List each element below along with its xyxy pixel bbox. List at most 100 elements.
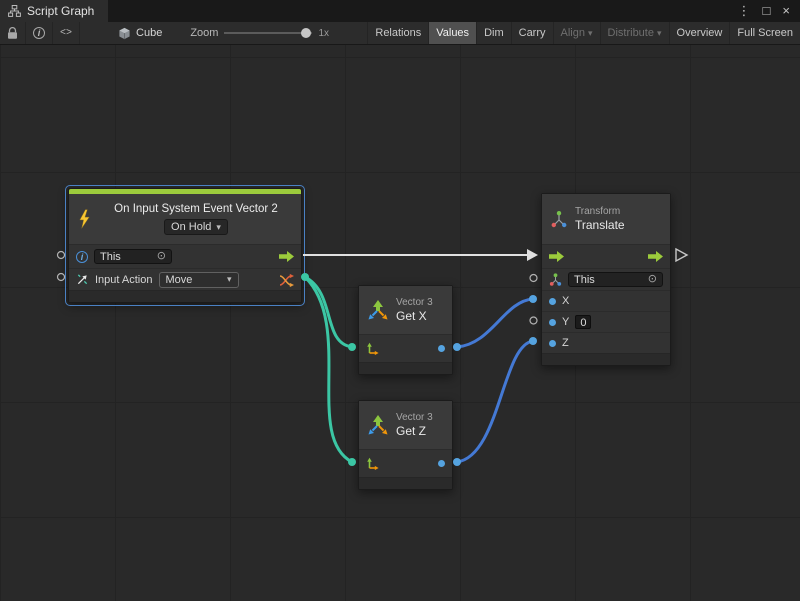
distribute-button[interactable]: Distribute ▾ — [600, 22, 669, 44]
event-vector2-port[interactable] — [301, 273, 309, 281]
translate-z-row: Z — [542, 332, 670, 353]
get-x-title: Get X — [396, 309, 433, 324]
get-z-port-row — [359, 449, 452, 477]
zoom-slider[interactable] — [224, 22, 312, 44]
event-this-value: This — [100, 251, 121, 263]
get-x-category: Vector 3 — [396, 296, 433, 309]
toolbar-button-group: Relations Values Dim Carry Align ▾ Distr… — [367, 22, 800, 44]
code-icon: <> — [60, 28, 72, 39]
cube-icon — [118, 27, 131, 40]
event-action-row: Input Action Move ▾ — [69, 268, 301, 290]
window-controls: ⋮ □ × — [732, 0, 800, 22]
vector3-icon — [367, 414, 389, 436]
graph-target[interactable]: Cube — [110, 22, 170, 44]
chevron-down-icon: ▾ — [657, 28, 662, 39]
node-vector3-get-z[interactable]: Vector 3 Get Z — [358, 400, 453, 490]
zoom-slider-knob[interactable] — [301, 28, 311, 38]
translate-x-port[interactable] — [529, 295, 537, 303]
y-port-label: Y — [562, 316, 569, 328]
info-button[interactable]: i — [26, 22, 53, 44]
get-x-result-dot[interactable] — [438, 345, 445, 352]
graph-canvas[interactable]: On Input System Event Vector 2 On Hold ▾… — [0, 45, 800, 601]
chevron-down-icon: ▾ — [227, 274, 232, 285]
wire-vector2-to-getx — [305, 277, 352, 347]
translate-this-field[interactable]: This ⊙ — [568, 272, 663, 287]
event-this-field[interactable]: This ⊙ — [94, 249, 172, 264]
script-graph-icon — [8, 5, 21, 17]
graph-target-label: Cube — [136, 27, 162, 39]
get-z-result-dot[interactable] — [438, 460, 445, 467]
carry-button[interactable]: Carry — [511, 22, 553, 44]
event-this-row: i This ⊙ — [69, 244, 301, 268]
get-x-header: Vector 3 Get X — [359, 286, 452, 334]
get-z-title: Get Z — [396, 424, 433, 439]
info-icon: i — [76, 251, 88, 263]
vector3-icon — [367, 299, 389, 321]
get-x-port-row — [359, 334, 452, 362]
trigger-output-arrow-icon[interactable] — [279, 251, 294, 262]
z-port-dot[interactable] — [549, 340, 556, 347]
get-z-category: Vector 3 — [396, 411, 433, 424]
input-action-label: Input Action — [95, 274, 153, 286]
chevron-down-icon: ▾ — [588, 28, 593, 39]
event-trigger-in-port[interactable] — [58, 252, 65, 259]
zoom-value: 1x — [318, 28, 329, 39]
wire-getx-to-x — [457, 299, 533, 347]
event-mode-dropdown[interactable]: On Hold ▾ — [164, 219, 228, 235]
dim-button[interactable]: Dim — [476, 22, 511, 44]
translate-footer — [542, 353, 670, 365]
translate-y-port[interactable] — [530, 317, 537, 324]
translate-x-row: X — [542, 290, 670, 311]
transform-icon — [549, 273, 562, 286]
get-z-output-port[interactable] — [453, 458, 461, 466]
node-vector3-get-x[interactable]: Vector 3 Get X — [358, 285, 453, 375]
node-transform-translate[interactable]: Transform Translate — [541, 193, 671, 366]
get-x-output-port[interactable] — [453, 343, 461, 351]
trigger-input-arrow-icon[interactable] — [549, 251, 564, 262]
input-action-value: Move — [166, 274, 193, 286]
get-z-input-port[interactable] — [348, 458, 356, 466]
lightning-icon — [77, 209, 92, 229]
info-icon: i — [33, 27, 45, 39]
overview-button[interactable]: Overview — [669, 22, 730, 44]
input-action-dropdown[interactable]: Move ▾ — [159, 272, 239, 288]
window-close-button[interactable]: × — [776, 0, 796, 22]
values-button[interactable]: Values — [428, 22, 476, 44]
x-port-dot[interactable] — [549, 298, 556, 305]
node-on-input-system-event-vector2[interactable]: On Input System Event Vector 2 On Hold ▾… — [68, 188, 302, 303]
tab-script-graph[interactable]: Script Graph — [0, 0, 108, 22]
target-icon[interactable]: ⊙ — [648, 274, 657, 285]
get-z-header: Vector 3 Get Z — [359, 401, 452, 449]
on-hold-arrows-icon[interactable] — [279, 273, 294, 287]
axes-icon — [366, 457, 379, 470]
input-action-icon — [76, 273, 89, 286]
chevron-down-icon: ▾ — [216, 222, 221, 233]
lock-button[interactable] — [0, 22, 26, 44]
wire-getz-to-z — [457, 341, 533, 462]
axes-icon — [366, 342, 379, 355]
event-extra-in-port[interactable] — [58, 274, 65, 281]
dim-label: Dim — [484, 27, 504, 39]
zoom-slider-track[interactable] — [224, 32, 312, 34]
node-title: On Input System Event Vector 2 — [114, 203, 278, 215]
x-port-label: X — [562, 295, 569, 307]
align-button[interactable]: Align ▾ — [553, 22, 600, 44]
event-node-header: On Input System Event Vector 2 On Hold ▾ — [69, 194, 301, 244]
window-maximize-button[interactable]: □ — [757, 0, 777, 22]
relations-button[interactable]: Relations — [367, 22, 428, 44]
translate-z-port[interactable] — [529, 337, 537, 345]
target-icon[interactable]: ⊙ — [157, 251, 166, 262]
edit-source-button[interactable]: <> — [53, 22, 80, 44]
get-x-input-port[interactable] — [348, 343, 356, 351]
window-menu-button[interactable]: ⋮ — [732, 0, 757, 22]
translate-this-port[interactable] — [530, 275, 537, 282]
transform-icon — [550, 210, 568, 228]
y-port-dot[interactable] — [549, 319, 556, 326]
event-mode-value: On Hold — [171, 221, 211, 233]
unity-visual-scripting-window: Script Graph ⋮ □ × i <> Cube — [0, 0, 800, 601]
fullscreen-button[interactable]: Full Screen — [729, 22, 800, 44]
align-label: Align — [561, 27, 585, 39]
trigger-output-arrow-icon[interactable] — [648, 251, 663, 262]
y-value-input[interactable]: 0 — [575, 315, 591, 329]
translate-y-row: Y 0 — [542, 311, 670, 332]
